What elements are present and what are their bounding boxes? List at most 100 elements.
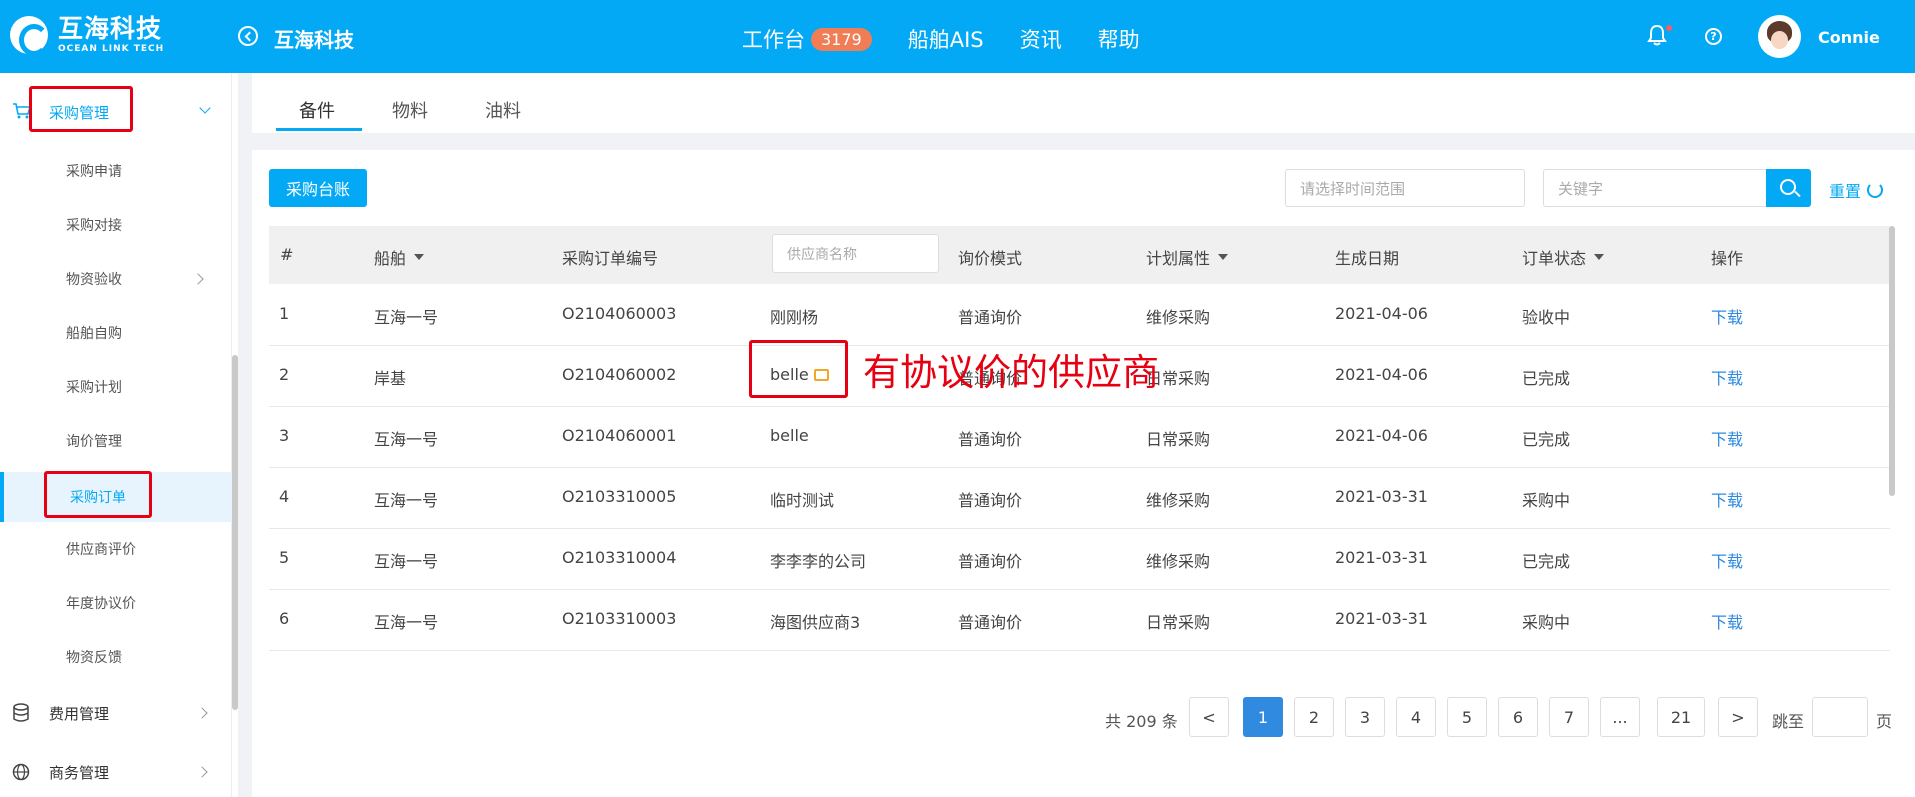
- nav-workbench[interactable]: 工作台 3179: [742, 24, 872, 54]
- download-link[interactable]: 下载: [1711, 365, 1743, 389]
- cell-status: 采购中: [1522, 613, 1571, 632]
- sidebar-item-material-acceptance[interactable]: 物资验收: [0, 256, 232, 302]
- cell-vessel: 互海一号: [374, 613, 439, 632]
- cell-vessel: 互海一号: [374, 552, 439, 571]
- logo[interactable]: 互海科技 OCEAN LINK TECH: [10, 14, 164, 56]
- col-header-plan-label: 计划属性: [1146, 249, 1211, 268]
- table-row: 3 互海一号 O2104060001 belle 普通询价 日常采购 2021-…: [269, 407, 1890, 468]
- cell-order-no: O2104060001: [562, 426, 677, 445]
- sidebar-item-label: 物资验收: [66, 272, 122, 288]
- username[interactable]: Connie: [1818, 28, 1880, 47]
- pagination-page[interactable]: 3: [1345, 697, 1385, 737]
- cell-status: 验收中: [1522, 308, 1571, 327]
- sidebar-group-expense-label: 费用管理: [49, 704, 110, 723]
- col-header-status-label: 订单状态: [1522, 249, 1587, 268]
- search-button[interactable]: [1766, 169, 1811, 207]
- cell-supplier: 李李李的公司: [770, 552, 867, 571]
- nav-ship-ais[interactable]: 船舶AIS: [908, 24, 984, 54]
- tab-active-indicator: [276, 128, 362, 131]
- download-link[interactable]: 下载: [1711, 487, 1743, 511]
- pagination-prev[interactable]: <: [1189, 697, 1229, 737]
- download-link[interactable]: 下载: [1711, 609, 1743, 633]
- col-header-order-status[interactable]: 订单状态: [1522, 245, 1605, 269]
- notification-dot: [1666, 25, 1672, 31]
- cell-mode: 普通询价: [958, 613, 1023, 632]
- back-circle-icon[interactable]: [238, 26, 258, 46]
- cell-order-no: O2104060002: [562, 365, 677, 384]
- chevron-down-icon: [199, 102, 211, 114]
- cell-status: 已完成: [1522, 369, 1571, 388]
- pagination-page[interactable]: 2: [1294, 697, 1334, 737]
- database-icon: [13, 703, 29, 722]
- help-icon[interactable]: ?: [1705, 28, 1722, 45]
- pagination-page[interactable]: 4: [1396, 697, 1436, 737]
- col-header-plan-attribute[interactable]: 计划属性: [1146, 245, 1229, 269]
- cell-order-no: O2104060003: [562, 304, 677, 323]
- keyword-input[interactable]: 关键字: [1543, 169, 1767, 207]
- pagination-page[interactable]: 5: [1447, 697, 1487, 737]
- cell-status: 已完成: [1522, 430, 1571, 449]
- col-header-index: #: [280, 245, 294, 264]
- pagination-page[interactable]: 1: [1243, 697, 1283, 737]
- download-link[interactable]: 下载: [1711, 548, 1743, 572]
- download-link[interactable]: 下载: [1711, 426, 1743, 450]
- table-row: 4 互海一号 O2103310005 临时测试 普通询价 维修采购 2021-0…: [269, 468, 1890, 529]
- download-link[interactable]: 下载: [1711, 304, 1743, 328]
- sidebar-item-supplier-evaluation[interactable]: 供应商评价: [0, 526, 232, 572]
- pagination-page[interactable]: 6: [1498, 697, 1538, 737]
- cell-index: 4: [279, 487, 290, 506]
- cell-supplier: 临时测试: [770, 491, 835, 510]
- cell-supplier: 海图供应商3: [770, 613, 861, 632]
- date-range-input[interactable]: 请选择时间范围: [1285, 169, 1525, 207]
- caret-down-icon: [1594, 254, 1605, 260]
- col-header-order-no: 采购订单编号: [562, 249, 659, 268]
- sidebar-item-purchase-request[interactable]: 采购申请: [0, 148, 232, 194]
- sidebar-item-purchase-plan[interactable]: 采购计划: [0, 364, 232, 410]
- chevron-right-icon: [196, 766, 208, 778]
- table-row: 1 互海一号 O2104060003 刚刚杨 普通询价 维修采购 2021-04…: [269, 285, 1890, 346]
- cell-index: 1: [279, 304, 290, 323]
- reset-button[interactable]: 重置: [1829, 178, 1884, 202]
- cell-supplier: 刚刚杨: [770, 308, 819, 327]
- cell-order-no: O2103310003: [562, 609, 677, 628]
- pagination-next[interactable]: >: [1718, 697, 1758, 737]
- supplier-name-filter[interactable]: 供应商名称: [772, 234, 939, 273]
- sidebar-item-material-feedback[interactable]: 物资反馈: [0, 634, 232, 680]
- pagination-page[interactable]: 7: [1549, 697, 1589, 737]
- chevron-right-icon: [192, 273, 204, 285]
- pagination-jump-input[interactable]: [1812, 697, 1868, 737]
- tab-spare-parts[interactable]: 备件: [299, 97, 335, 123]
- nav-news[interactable]: 资讯: [1020, 24, 1062, 54]
- purchase-ledger-button[interactable]: 采购台账: [269, 169, 367, 207]
- sidebar-item-purchase-docking[interactable]: 采购对接: [0, 202, 232, 248]
- sidebar-item-ship-self-purchase[interactable]: 船舶自购: [0, 310, 232, 356]
- table-scrollbar[interactable]: [1889, 226, 1895, 496]
- bell-icon[interactable]: [1647, 24, 1667, 46]
- reset-label: 重置: [1829, 182, 1862, 201]
- sidebar-item-annual-agreement-price[interactable]: 年度协议价: [0, 580, 232, 626]
- avatar[interactable]: [1758, 15, 1801, 58]
- nav-help[interactable]: 帮助: [1098, 24, 1140, 54]
- sidebar-item-inquiry-management[interactable]: 询价管理: [0, 418, 232, 464]
- globe-icon: [12, 763, 30, 781]
- cell-status: 已完成: [1522, 552, 1571, 571]
- sidebar-group-business[interactable]: 商务管理: [0, 752, 232, 792]
- logo-cn-text: 互海科技: [58, 14, 163, 43]
- sidebar-group-expense[interactable]: 费用管理: [0, 693, 232, 733]
- divider: [238, 73, 252, 797]
- pagination-ellipsis[interactable]: ...: [1600, 697, 1640, 737]
- col-header-vessel[interactable]: 船舶: [374, 245, 425, 269]
- pagination-page[interactable]: 21: [1657, 697, 1705, 737]
- sidebar-group-business-label: 商务管理: [49, 763, 110, 782]
- nav-workbench-label: 工作台: [742, 28, 805, 52]
- cell-plan: 维修采购: [1146, 308, 1211, 327]
- cell-plan: 维修采购: [1146, 491, 1211, 510]
- cell-order-no: O2103310004: [562, 548, 677, 567]
- tab-oil[interactable]: 油料: [485, 97, 521, 123]
- cell-plan: 日常采购: [1146, 430, 1211, 449]
- cell-mode: 普通询价: [958, 491, 1023, 510]
- cell-date: 2021-04-06: [1335, 426, 1428, 445]
- tab-materials[interactable]: 物料: [392, 97, 428, 123]
- cell-index: 3: [279, 426, 290, 445]
- chevron-right-icon: [196, 707, 208, 719]
